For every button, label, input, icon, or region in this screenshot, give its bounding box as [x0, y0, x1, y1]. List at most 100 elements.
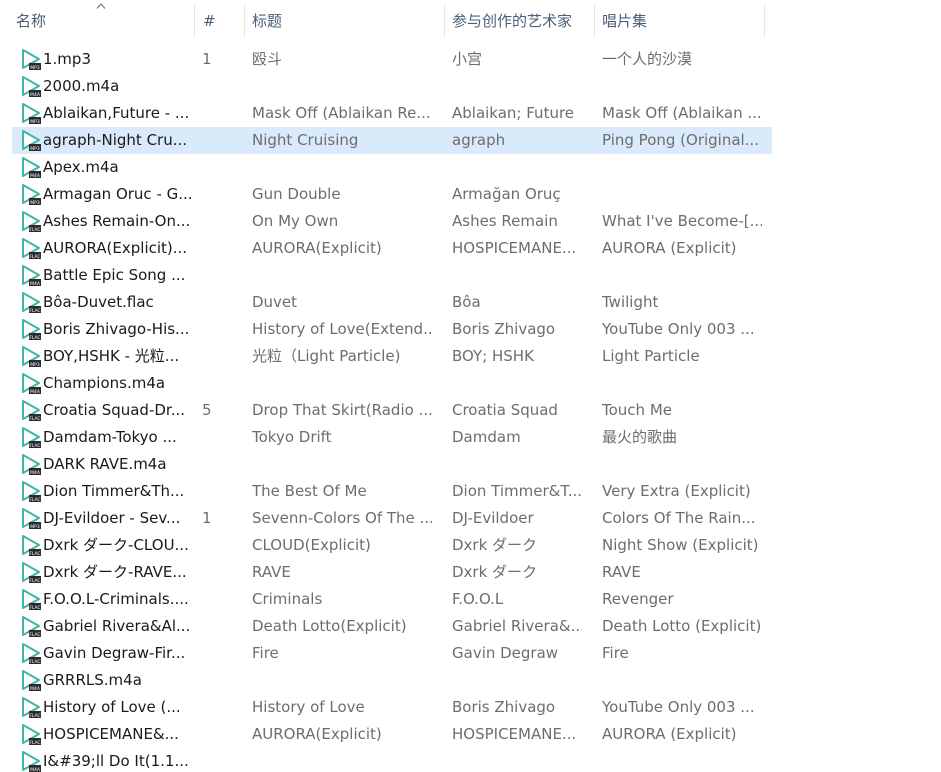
track-number-cell [202, 235, 242, 262]
file-name-cell[interactable]: FLAC Gabriel Rivera&Al... [16, 613, 194, 640]
title-cell: Death Lotto(Explicit) [252, 617, 407, 635]
file-type-badge-label: MP3 [30, 362, 40, 368]
column-header-name[interactable]: 名称 [0, 0, 195, 42]
file-name-cell[interactable]: M4A 2000.m4a [16, 73, 194, 100]
file-name-cell[interactable]: FLAC Bôa-Duvet.flac [16, 289, 194, 316]
file-row[interactable]: MP3 1.mp3 1 殴斗 小宫 一个人的沙漠 [12, 46, 772, 73]
file-name-cell[interactable]: MP3 1.mp3 [16, 46, 194, 73]
file-row[interactable]: FLAC Dxrk ダーク-RAVE... RAVE Dxrk ダーク RAVE [12, 559, 772, 586]
file-name-cell[interactable]: M4A I&#39;ll Do It(1.1... [16, 748, 194, 772]
title-cell: CLOUD(Explicit) [252, 536, 371, 554]
file-name: Boris Zhivago-His... [43, 320, 190, 338]
file-type-badge-label: FLAC [29, 632, 40, 638]
file-type-badge-label: FLAC [29, 578, 40, 584]
file-name: Dxrk ダーク-RAVE... [43, 563, 187, 581]
file-name-cell[interactable]: FLAC Dxrk ダーク-CLOU... [16, 532, 194, 559]
file-name-cell[interactable]: MP3 BOY,HSHK - 光粒... [16, 343, 194, 370]
artist-cell: F.O.O.L [452, 590, 504, 608]
file-name-cell[interactable]: FLAC Gavin Degraw-Fir... [16, 640, 194, 667]
column-header-title-label: 标题 [252, 12, 283, 30]
album-cell [602, 451, 762, 478]
file-row[interactable]: M4A DARK RAVE.m4a [12, 451, 772, 478]
track-number-cell [202, 451, 242, 478]
file-row[interactable]: M4A Champions.m4a [12, 370, 772, 397]
track-number-cell [202, 559, 242, 586]
file-type-badge-label: MP3 [30, 146, 40, 152]
file-row[interactable]: FLAC Croatia Squad-Dr... 5 Drop That Skirt(… [12, 397, 772, 424]
file-name-cell[interactable]: MP3 Armagan Oruc - G... [16, 181, 194, 208]
file-row[interactable]: FLAC Gabriel Rivera&Al... Death Lotto(Expl… [12, 613, 772, 640]
audio-file-play-icon: MP3 [22, 508, 41, 530]
file-name: Apex.m4a [43, 158, 119, 176]
file-row[interactable]: MP3 Armagan Oruc - G... Gun Double Armağan … [12, 181, 772, 208]
audio-file-play-icon: FLAC [22, 319, 41, 341]
file-type-badge-label: M4A [30, 686, 41, 692]
title-cell: RAVE [252, 563, 291, 581]
file-row[interactable]: FLAC Bôa-Duvet.flac Duvet Bôa Twilight [12, 289, 772, 316]
artist-cell: Ablaikan; Future [452, 104, 575, 122]
file-name-cell[interactable]: M4A GRRRLS.m4a [16, 667, 194, 694]
audio-file-play-icon: M4A [22, 157, 41, 179]
artist-cell: Boris Zhivago [452, 320, 556, 338]
file-name-cell[interactable]: MP3 DJ-Evildoer - Sev... [16, 505, 194, 532]
file-row[interactable]: FLAC Dion Timmer&Th... The Best Of Me Dion … [12, 478, 772, 505]
file-row[interactable]: FLAC F.O.O.L-Criminals.... Criminals F.O.O.… [12, 586, 772, 613]
file-name-cell[interactable]: MP3 Ablaikan,Future - ... [16, 100, 194, 127]
file-name-cell[interactable]: FLAC Dxrk ダーク-RAVE... [16, 559, 194, 586]
file-row[interactable]: FLAC History of Love (... History of Love B… [12, 694, 772, 721]
track-number-cell [202, 208, 242, 235]
column-header-title[interactable]: 标题 [245, 0, 445, 42]
file-name-cell[interactable]: MP3 agraph-Night Cru... [16, 127, 194, 154]
file-row[interactable]: FLAC Ashes Remain-On... On My Own Ashes Rem… [12, 208, 772, 235]
file-row[interactable]: MP3 DJ-Evildoer - Sev... 1 Sevenn-Colors Of… [12, 505, 772, 532]
file-name-cell[interactable]: M4A Apex.m4a [16, 154, 194, 181]
file-row[interactable]: M4A Apex.m4a [12, 154, 772, 181]
file-row[interactable]: M4A 2000.m4a [12, 73, 772, 100]
file-name-cell[interactable]: FLAC F.O.O.L-Criminals.... [16, 586, 194, 613]
file-row[interactable]: FLAC HOSPICEMANE&... AURORA(Explicit) HOSPI… [12, 721, 772, 748]
file-name-cell[interactable]: FLAC History of Love (... [16, 694, 194, 721]
file-name-cell[interactable]: M4A DARK RAVE.m4a [16, 451, 194, 478]
file-row[interactable]: M4A GRRRLS.m4a [12, 667, 772, 694]
file-name-cell[interactable]: FLAC Boris Zhivago-His... [16, 316, 194, 343]
column-header-album[interactable]: 唱片集 [595, 0, 765, 42]
file-row[interactable]: FLAC Dxrk ダーク-CLOU... CLOUD(Explicit) Dxrk … [12, 532, 772, 559]
audio-file-play-icon: FLAC [22, 211, 41, 233]
file-type-badge-label: FLAC [29, 443, 40, 449]
file-row[interactable]: FLAC AURORA(Explicit)... AURORA(Explicit) H… [12, 235, 772, 262]
file-name: Battle Epic Song ... [43, 266, 186, 284]
track-number-cell [202, 100, 242, 127]
file-type-badge-label: FLAC [29, 227, 40, 233]
file-row[interactable]: FLAC Damdam-Tokyo ... Tokyo Drift Damdam 最火的… [12, 424, 772, 451]
file-name-cell[interactable]: M4A Battle Epic Song ... [16, 262, 194, 289]
file-name: AURORA(Explicit)... [43, 239, 188, 257]
file-name-cell[interactable]: M4A Champions.m4a [16, 370, 194, 397]
file-row[interactable]: FLAC Boris Zhivago-His... History of Love(… [12, 316, 772, 343]
file-row[interactable]: M4A Battle Epic Song ... [12, 262, 772, 289]
audio-file-play-icon: M4A [22, 373, 41, 395]
file-row[interactable]: MP3 Ablaikan,Future - ... Mask Off (Ablaik… [12, 100, 772, 127]
artist-cell: Dxrk ダーク [452, 536, 538, 554]
file-row[interactable]: FLAC Gavin Degraw-Fir... Fire Gavin Degraw F… [12, 640, 772, 667]
file-name-cell[interactable]: FLAC Dion Timmer&Th... [16, 478, 194, 505]
file-name-cell[interactable]: FLAC HOSPICEMANE&... [16, 721, 194, 748]
file-type-badge-label: FLAC [29, 713, 40, 719]
file-name-cell[interactable]: FLAC AURORA(Explicit)... [16, 235, 194, 262]
file-type-badge-label: FLAC [29, 308, 40, 314]
audio-file-play-icon: M4A [22, 751, 41, 772]
artist-cell: Boris Zhivago [452, 698, 556, 716]
audio-file-play-icon: FLAC [22, 589, 41, 611]
column-header-number[interactable]: # [195, 0, 245, 42]
title-cell: Gun Double [252, 185, 341, 203]
file-name-cell[interactable]: FLAC Croatia Squad-Dr... [16, 397, 194, 424]
file-name-cell[interactable]: FLAC Ashes Remain-On... [16, 208, 194, 235]
track-number-cell [202, 73, 242, 100]
file-name: Ablaikan,Future - ... [43, 104, 190, 122]
album-cell: Ping Pong (Original... [602, 131, 760, 149]
column-header-artists[interactable]: 参与创作的艺术家 [445, 0, 595, 42]
file-row[interactable]: MP3 BOY,HSHK - 光粒... 光粒（Light Particle) BOY… [12, 343, 772, 370]
file-row[interactable]: M4A I&#39;ll Do It(1.1... [12, 748, 772, 772]
file-type-badge-label: FLAC [29, 659, 40, 665]
file-name-cell[interactable]: FLAC Damdam-Tokyo ... [16, 424, 194, 451]
file-row[interactable]: MP3 agraph-Night Cru... Night Cruising agra… [12, 127, 772, 154]
